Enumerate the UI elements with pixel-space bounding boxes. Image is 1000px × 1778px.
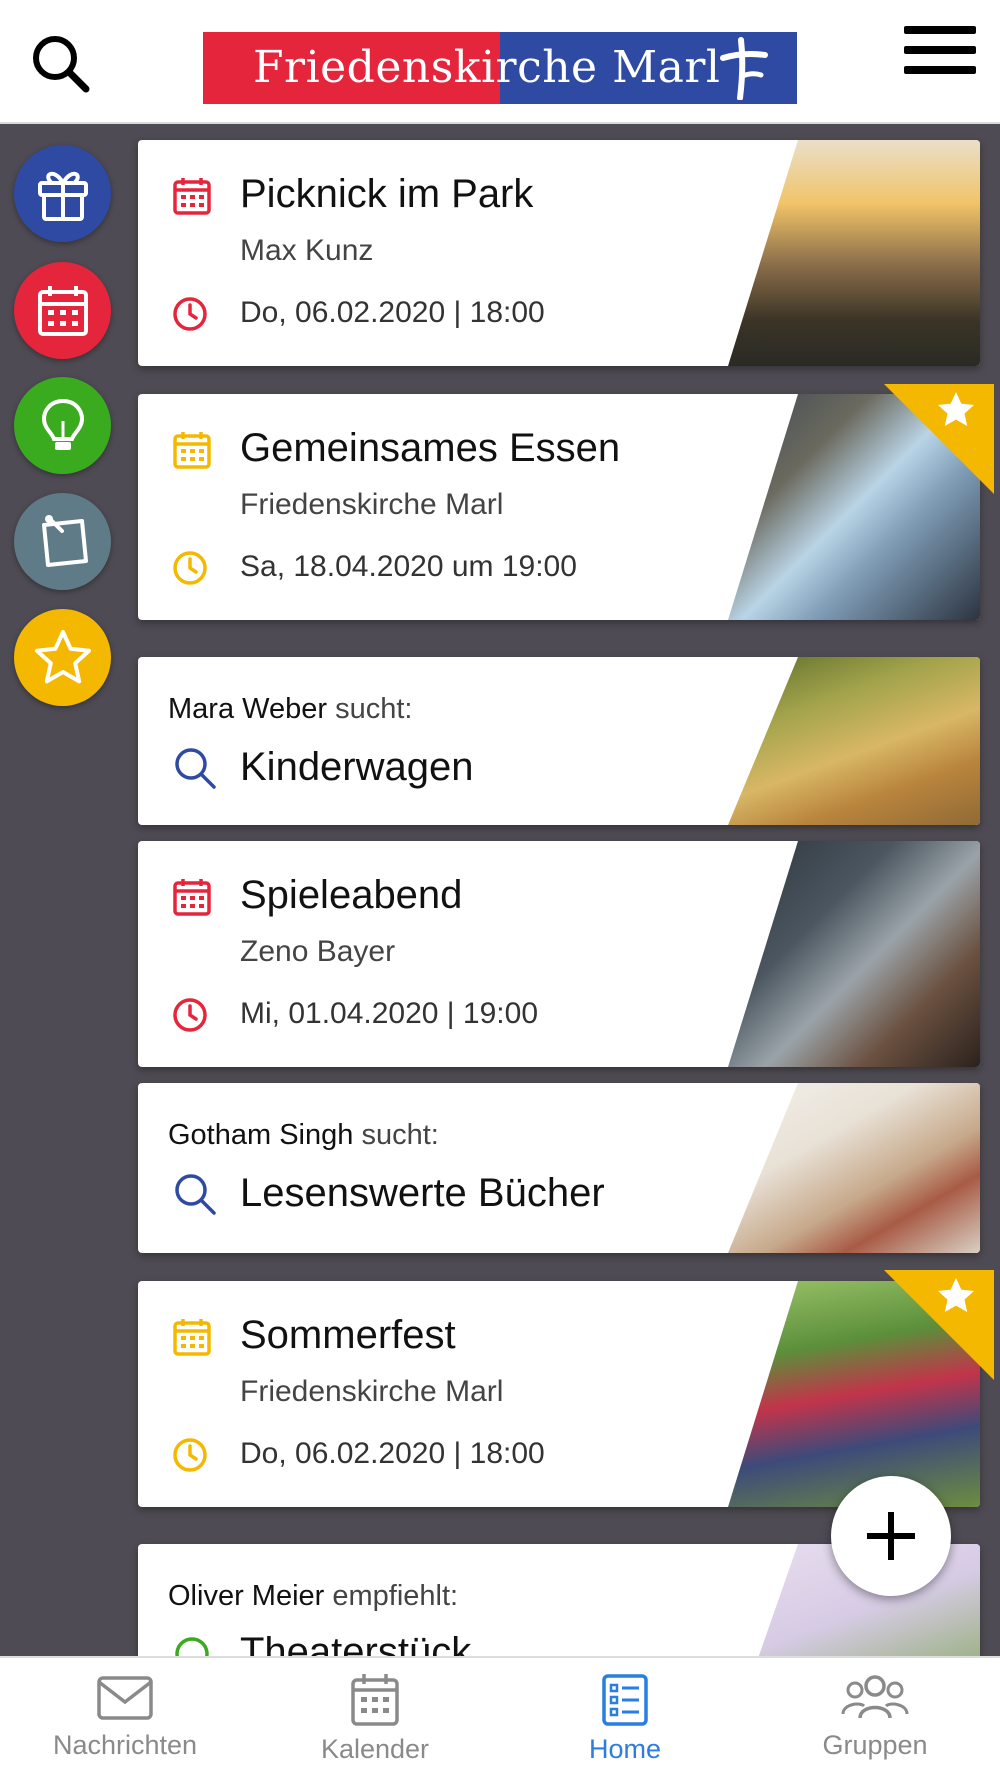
- event-organizer: Friedenskirche Marl: [240, 1375, 504, 1408]
- event-card[interactable]: Gemeinsames Essen Friedenskirche Marl Sa…: [138, 394, 980, 620]
- recommendation-author: Oliver Meier empfiehlt:: [168, 1580, 458, 1613]
- author-name: Gotham Singh: [168, 1119, 354, 1151]
- event-datetime: Do, 06.02.2020 | 18:00: [240, 1437, 545, 1470]
- nav-groups[interactable]: Gruppen: [750, 1658, 1000, 1778]
- bottom-navigation: Nachrichten Kalender Home Gruppen: [0, 1656, 1000, 1778]
- event-image: [728, 140, 980, 366]
- event-card[interactable]: Sommerfest Friedenskirche Marl Do, 06.02…: [138, 1281, 980, 1507]
- nav-messages[interactable]: Nachrichten: [0, 1658, 250, 1778]
- add-button[interactable]: [831, 1476, 951, 1596]
- nav-label: Kalender: [320, 1734, 430, 1764]
- event-organizer: Friedenskirche Marl: [240, 488, 504, 521]
- nav-label: Nachrichten: [52, 1730, 198, 1760]
- note-pin-icon: [41, 514, 88, 567]
- calendar-icon: [37, 285, 88, 336]
- menu-button[interactable]: [904, 26, 976, 86]
- sidebar-notes-button[interactable]: [14, 493, 111, 590]
- event-card[interactable]: Spieleabend Zeno Bayer Mi, 01.04.2020 | …: [138, 841, 980, 1067]
- search-button[interactable]: [28, 30, 98, 100]
- search-author: Mara Weber sucht:: [168, 693, 412, 726]
- logo-text: Friedenskirche Marl: [253, 42, 721, 93]
- event-title: Spieleabend: [240, 873, 463, 917]
- author-verb: sucht:: [335, 693, 413, 725]
- event-title: Sommerfest: [240, 1313, 456, 1357]
- cross-icon: [720, 37, 768, 100]
- nav-label: Home: [588, 1734, 662, 1764]
- clock-icon: [173, 297, 207, 331]
- search-image: [728, 657, 980, 825]
- sidebar-ideas-button[interactable]: [14, 377, 111, 474]
- group-icon: [841, 1675, 909, 1719]
- nav-home[interactable]: Home: [500, 1658, 750, 1778]
- favorite-star-badge-icon[interactable]: [884, 384, 994, 494]
- lightbulb-icon: [41, 398, 84, 450]
- event-organizer: Max Kunz: [240, 234, 374, 267]
- search-item: Lesenswerte Bücher: [240, 1171, 605, 1215]
- search-icon: [33, 36, 90, 93]
- event-datetime: Do, 06.02.2020 | 18:00: [240, 296, 545, 329]
- plus-icon: [867, 1512, 915, 1560]
- sidebar-gifts-button[interactable]: [14, 145, 111, 242]
- home-list-icon: [602, 1674, 648, 1726]
- event-title: Picknick im Park: [240, 172, 534, 216]
- search-image: [728, 1083, 980, 1253]
- church-logo[interactable]: Friedenskirche Marl: [203, 32, 797, 104]
- star-icon: [34, 629, 91, 683]
- hamburger-menu-icon: [904, 26, 976, 74]
- app-header: Friedenskirche Marl: [0, 0, 1000, 124]
- nav-calendar[interactable]: Kalender: [250, 1658, 500, 1778]
- event-title: Gemeinsames Essen: [240, 426, 621, 470]
- clock-icon: [173, 998, 207, 1032]
- author-verb: sucht:: [361, 1119, 439, 1151]
- event-datetime: Mi, 01.04.2020 | 19:00: [240, 997, 539, 1030]
- event-datetime: Sa, 18.04.2020 um 19:00: [240, 550, 577, 583]
- nav-label: Gruppen: [822, 1730, 928, 1760]
- event-organizer: Zeno Bayer: [240, 935, 396, 968]
- gift-icon: [37, 171, 88, 221]
- author-name: Mara Weber: [168, 693, 328, 725]
- sidebar-calendar-button[interactable]: [14, 262, 111, 359]
- event-image: [728, 841, 980, 1067]
- search-card[interactable]: Mara Weber sucht: Kinderwagen: [138, 657, 980, 825]
- search-icon: [175, 748, 216, 789]
- calendar-icon: [173, 879, 211, 916]
- clock-icon: [173, 551, 207, 585]
- search-icon: [175, 1174, 216, 1215]
- calendar-icon: [173, 432, 211, 469]
- search-card[interactable]: Gotham Singh sucht: Lesenswerte Bücher: [138, 1083, 980, 1253]
- author-verb: empfiehlt:: [332, 1580, 459, 1612]
- sidebar-favorites-button[interactable]: [14, 609, 111, 706]
- search-item: Kinderwagen: [240, 745, 474, 789]
- calendar-icon: [173, 178, 211, 215]
- search-author: Gotham Singh sucht:: [168, 1119, 439, 1152]
- event-card[interactable]: Picknick im Park Max Kunz Do, 06.02.2020…: [138, 140, 980, 366]
- author-name: Oliver Meier: [168, 1580, 325, 1612]
- calendar-icon: [173, 1319, 211, 1356]
- favorite-star-badge-icon[interactable]: [884, 1270, 994, 1380]
- calendar-icon: [351, 1674, 399, 1726]
- mail-icon: [97, 1676, 153, 1720]
- clock-icon: [173, 1438, 207, 1472]
